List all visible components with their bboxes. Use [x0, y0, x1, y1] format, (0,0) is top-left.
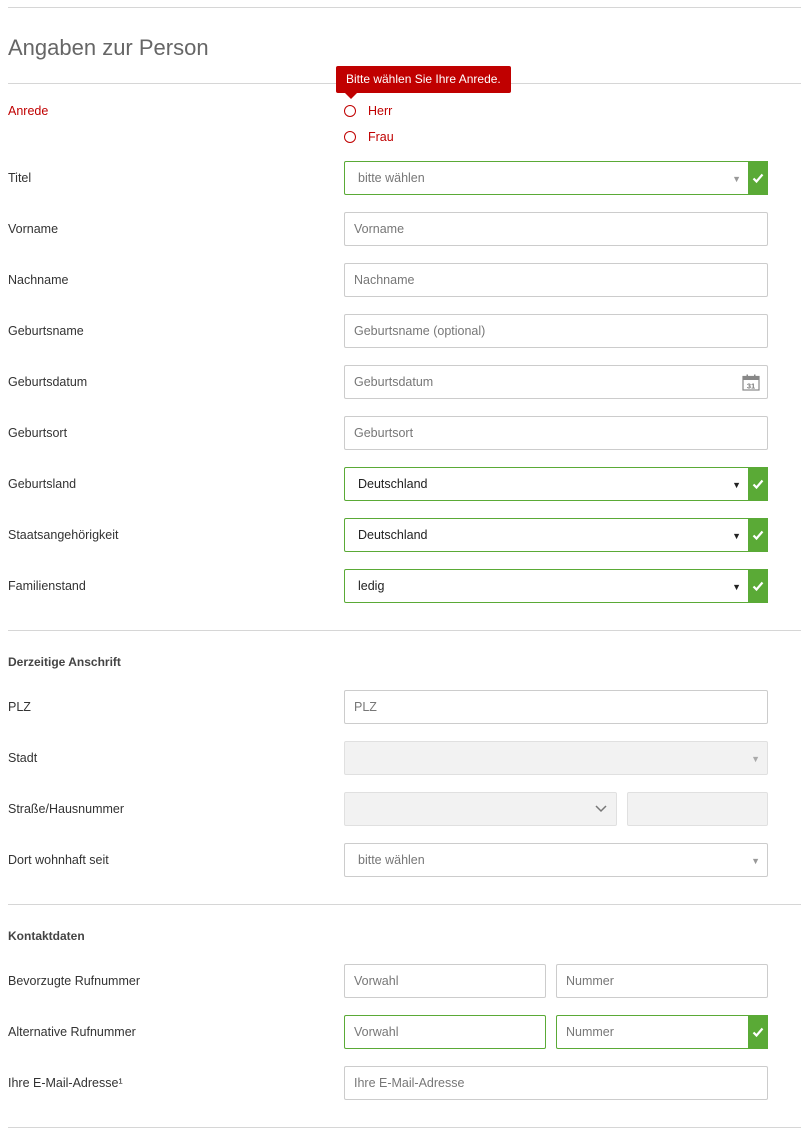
vorname-placeholder: Vorname — [354, 222, 405, 236]
bevorzugt-vorwahl-input[interactable]: Vorwahl — [344, 964, 546, 998]
alternativ-nummer-input[interactable]: Nummer — [556, 1015, 768, 1049]
chevron-down-icon — [595, 805, 607, 813]
email-input[interactable]: Ihre E-Mail-Adresse — [344, 1066, 768, 1100]
familienstand-select[interactable]: ledig ▼ — [344, 569, 768, 603]
checkmark-icon — [752, 581, 764, 592]
radio-frau-label[interactable]: Frau — [368, 130, 394, 144]
titel-label: Titel — [8, 171, 32, 185]
bottom-divider — [8, 1127, 801, 1128]
email-placeholder: Ihre E-Mail-Adresse — [354, 1076, 465, 1090]
stadt-label: Stadt — [8, 751, 38, 765]
section-title: Angaben zur Person — [8, 35, 209, 60]
checkmark-icon — [752, 173, 764, 184]
bevorzugt-nummer-input[interactable]: Nummer — [556, 964, 768, 998]
geburtsland-value: Deutschland — [358, 477, 428, 491]
bevorzugt-nummer-placeholder: Nummer — [566, 974, 614, 988]
valid-indicator — [748, 467, 768, 501]
staatsangehoerigkeit-select[interactable]: Deutschland ▼ — [344, 518, 768, 552]
caret-down-icon: ▼ — [751, 856, 760, 866]
titel-value: bitte wählen — [358, 171, 425, 185]
radio-herr-label[interactable]: Herr — [368, 104, 392, 118]
alternativ-nummer-placeholder: Nummer — [566, 1025, 614, 1039]
anschrift-title: Derzeitige Anschrift — [8, 655, 121, 669]
caret-down-icon: ▼ — [732, 480, 741, 490]
geburtsname-label: Geburtsname — [8, 324, 84, 338]
nachname-input[interactable]: Nachname — [344, 263, 768, 297]
alternativ-label: Alternative Rufnummer — [8, 1025, 136, 1039]
vorname-input[interactable]: Vorname — [344, 212, 768, 246]
wohnhaft-select[interactable]: bitte wählen ▼ — [344, 843, 768, 877]
kontakt-title: Kontaktdaten — [8, 929, 85, 943]
familienstand-value: ledig — [358, 579, 385, 593]
geburtsland-label: Geburtsland — [8, 477, 77, 491]
geburtsname-input[interactable]: Geburtsname (optional) — [344, 314, 768, 348]
valid-indicator — [748, 518, 768, 552]
plz-placeholder: PLZ — [354, 700, 377, 714]
valid-indicator — [748, 569, 768, 603]
divider-kontakt — [8, 904, 801, 905]
geburtsdatum-input[interactable]: Geburtsdatum 31 — [344, 365, 768, 399]
caret-down-icon: ▼ — [732, 531, 741, 541]
geburtsort-placeholder: Geburtsort — [354, 426, 414, 440]
geburtsort-label: Geburtsort — [8, 426, 68, 440]
calendar-icon[interactable]: 31 — [742, 374, 760, 391]
caret-down-icon: ▼ — [732, 582, 741, 592]
nachname-label: Nachname — [8, 273, 69, 287]
strasse-label: Straße/Hausnummer — [8, 802, 125, 816]
tooltip-tail — [345, 93, 357, 99]
geburtsland-select[interactable]: Deutschland ▼ — [344, 467, 768, 501]
geburtsort-input[interactable]: Geburtsort — [344, 416, 768, 450]
bevorzugt-vorwahl-placeholder: Vorwahl — [354, 974, 399, 988]
alternativ-vorwahl-placeholder: Vorwahl — [354, 1025, 399, 1039]
hausnummer-input[interactable] — [627, 792, 768, 826]
geburtsdatum-placeholder: Geburtsdatum — [354, 375, 434, 389]
familienstand-label: Familienstand — [8, 579, 86, 593]
staatsangehoerigkeit-value: Deutschland — [358, 528, 428, 542]
stadt-select[interactable]: ▼ — [344, 741, 768, 775]
checkmark-icon — [752, 530, 764, 541]
valid-indicator — [748, 161, 768, 195]
calendar-day: 31 — [747, 382, 755, 391]
plz-input[interactable]: PLZ — [344, 690, 768, 724]
caret-down-icon: ▼ — [751, 754, 760, 764]
nachname-placeholder: Nachname — [354, 273, 415, 287]
checkmark-icon — [752, 479, 764, 490]
alternativ-vorwahl-input[interactable]: Vorwahl — [344, 1015, 546, 1049]
bevorzugt-label: Bevorzugte Rufnummer — [8, 974, 141, 988]
caret-down-icon: ▼ — [732, 174, 741, 184]
anrede-label: Anrede — [8, 104, 49, 118]
staatsangehoerigkeit-label: Staatsangehörigkeit — [8, 528, 119, 542]
plz-label: PLZ — [8, 700, 31, 714]
divider-anschrift — [8, 630, 801, 631]
checkmark-icon — [752, 1027, 764, 1038]
valid-indicator — [748, 1015, 768, 1049]
radio-herr[interactable] — [344, 105, 356, 117]
wohnhaft-value: bitte wählen — [358, 853, 425, 867]
wohnhaft-label: Dort wohnhaft seit — [8, 853, 109, 867]
anrede-error-tooltip: Bitte wählen Sie Ihre Anrede. — [336, 66, 511, 93]
titel-select[interactable]: bitte wählen ▼ — [344, 161, 768, 195]
radio-frau[interactable] — [344, 131, 356, 143]
email-label: Ihre E-Mail-Adresse¹ — [8, 1076, 123, 1090]
strasse-select[interactable] — [344, 792, 617, 826]
geburtsname-placeholder: Geburtsname (optional) — [354, 324, 486, 338]
top-divider — [8, 7, 801, 8]
geburtsdatum-label: Geburtsdatum — [8, 375, 88, 389]
vorname-label: Vorname — [8, 222, 59, 236]
